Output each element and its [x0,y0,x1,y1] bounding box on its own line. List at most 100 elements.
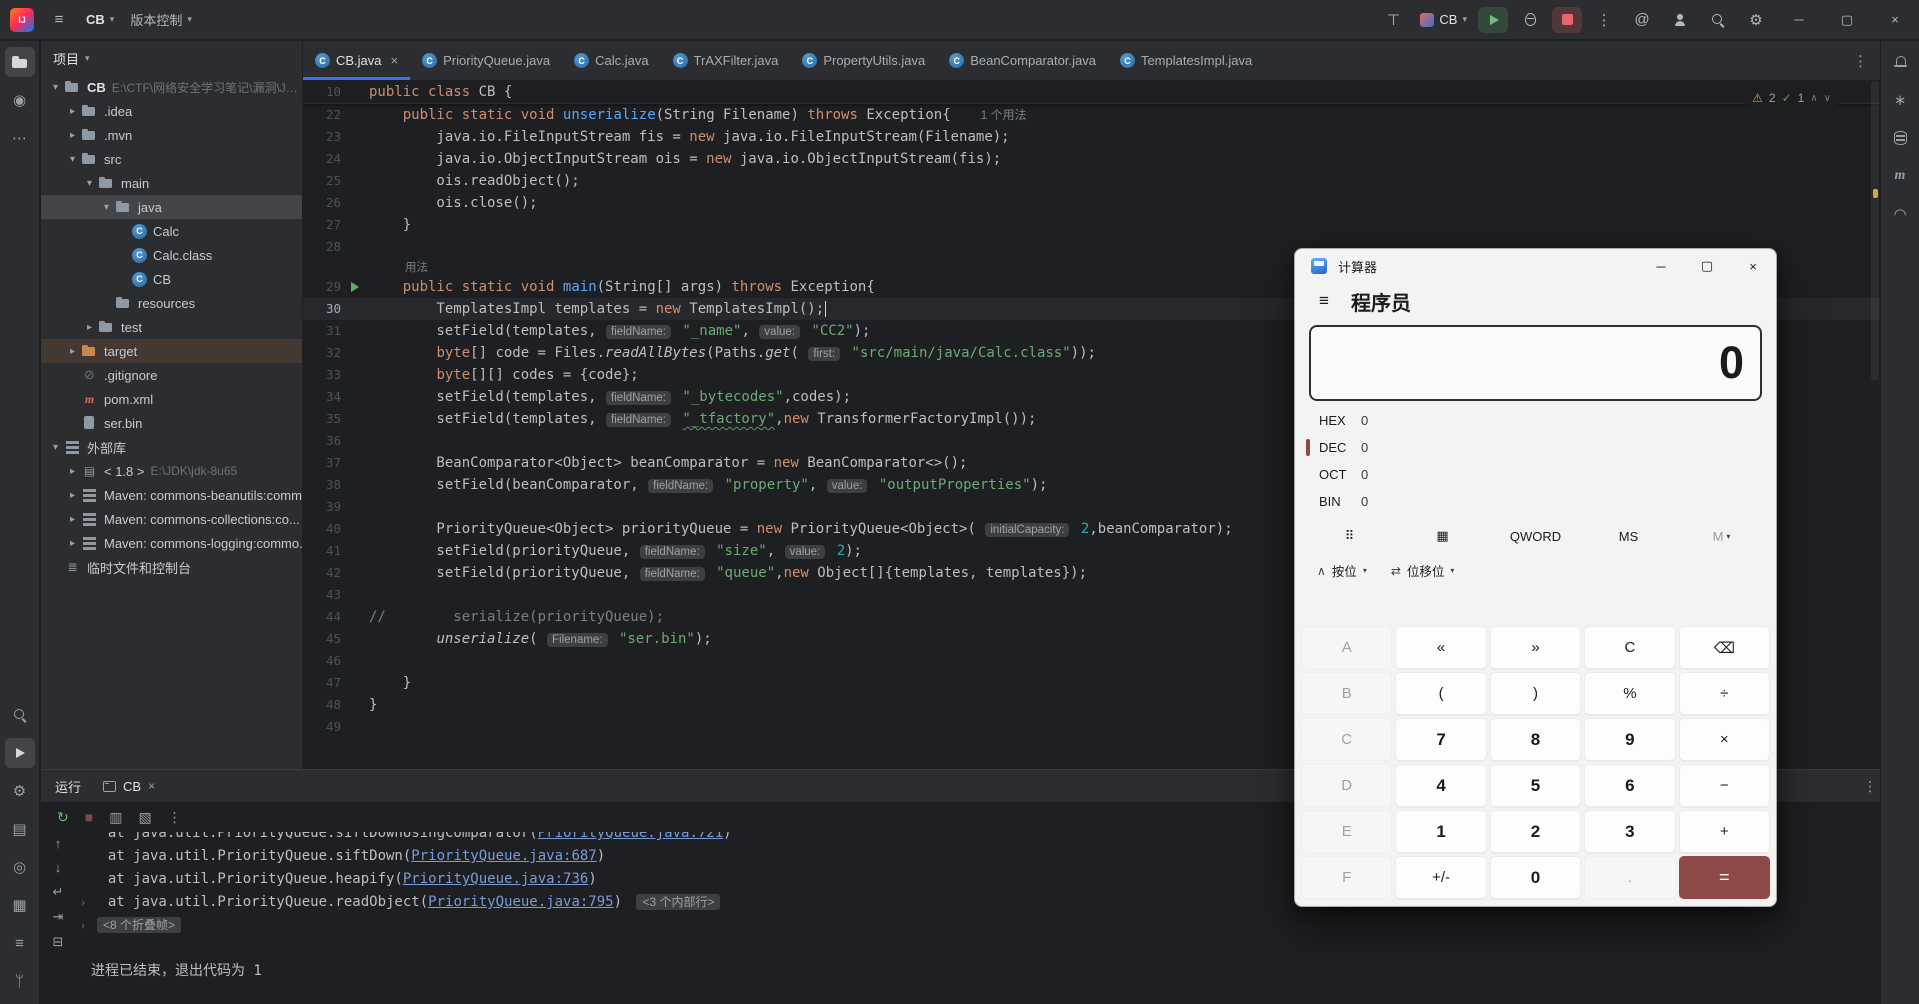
tree-item-src[interactable]: ▾ src [41,147,302,171]
settings-tool-icon[interactable]: ⚙ [5,776,35,806]
calc-key-5[interactable]: 5 [1489,764,1582,807]
inlay-hint[interactable]: fieldName: [639,567,705,581]
stack-down-icon[interactable]: ↓ [55,860,62,875]
soft-wrap-icon[interactable]: ↵ [53,884,64,900]
search-icon[interactable] [5,700,35,730]
inlay-hint[interactable]: fieldName: [648,479,714,493]
line-number[interactable]: 29 [303,276,341,298]
console-fold-icon[interactable]: › [75,914,91,937]
calculator-titlebar[interactable]: 计算器 ─ ▢ × [1295,249,1776,283]
tree-item-java[interactable]: ▾ java [41,195,302,219]
memory-store-button[interactable]: MS [1582,519,1675,553]
calc-minimize-button[interactable]: ─ [1638,249,1684,283]
line-number[interactable]: 22 [303,104,341,126]
tree-item-target[interactable]: ▸ target [41,339,302,363]
radix-row-dec[interactable]: DEC 0 [1295,434,1776,461]
line-number[interactable]: 24 [303,148,341,170]
inlay-hint[interactable]: Filename: [547,633,608,647]
minimize-button[interactable]: ─ [1775,0,1823,39]
tree-item-idea[interactable]: ▸ .idea [41,99,302,123]
inlay-hint[interactable]: first: [808,347,841,361]
stacktrace-link[interactable]: PriorityQueue.java:687 [411,848,596,864]
line-number[interactable] [303,258,341,276]
commit-icon[interactable]: ◉ [5,85,35,115]
radix-row-bin[interactable]: BIN 0 [1295,488,1776,515]
console-settings-icon[interactable]: ▧ [138,809,151,826]
tab-traxfilter-java[interactable]: C TrAXFilter.java [661,41,791,80]
calc-maximize-button[interactable]: ▢ [1684,249,1730,283]
radix-row-oct[interactable]: OCT 0 [1295,461,1776,488]
tab-propertyutils-java[interactable]: C PropertyUtils.java [790,41,937,80]
more-tool-windows-icon[interactable]: ⋯ [5,123,35,153]
calc-key-percent[interactable]: % [1584,672,1676,715]
line-number[interactable]: 30 [303,298,341,320]
word-size-button[interactable]: QWORD [1489,519,1582,553]
console-fold-icon[interactable]: › [75,891,91,914]
tree-item-cb[interactable]: C CB [41,267,302,291]
maven-icon[interactable]: m [1885,161,1915,191]
ai-assistant-icon[interactable]: ∗ [1885,85,1915,115]
git-icon[interactable]: ᛘ [5,966,35,996]
terminal-icon[interactable]: ▤ [5,814,35,844]
maximize-button[interactable]: ▢ [1823,0,1871,39]
stop-icon[interactable]: ■ [85,809,93,825]
hidden-tabs-icon[interactable]: ⋮ [1841,41,1880,80]
code-line[interactable]: 22 public static void unserialize(String… [303,104,1880,126]
problems-icon[interactable]: ≡ [5,928,35,958]
code-line[interactable]: 25 ois.readObject(); [303,170,1880,192]
run-line-icon[interactable] [351,282,359,292]
bitwise-menu-button[interactable]: ∧ 按位 ▾ [1307,555,1377,586]
calc-key-open-paren[interactable]: ( [1395,672,1487,715]
close-icon[interactable]: × [148,779,155,793]
tab-beancomparator-java[interactable]: C BeanComparator.java [937,41,1108,80]
code-with-me-icon[interactable] [1662,6,1698,34]
line-number[interactable]: 34 [303,386,341,408]
line-number[interactable]: 46 [303,650,341,672]
rerun-icon[interactable]: ↻ [57,809,69,826]
code-line[interactable]: 24 java.io.ObjectInputStream ois = new j… [303,148,1880,170]
inlay-hint[interactable]: initialCapacity: [985,523,1070,537]
project-panel-header[interactable]: 项目 ▾ [41,41,302,75]
clear-console-icon[interactable]: ⊟ [53,934,64,950]
line-number[interactable]: 37 [303,452,341,474]
calc-key-1[interactable]: 1 [1395,810,1487,853]
inlay-hint[interactable]: value: [759,325,800,339]
calc-key-clear[interactable]: C [1584,626,1676,669]
services-icon[interactable]: ▦ [5,890,35,920]
scroll-end-icon[interactable]: ⇥ [53,909,64,925]
inspections-widget[interactable]: ⚠ 2 ✓ 1 ∧ ∨ [1743,88,1840,108]
calc-key-8[interactable]: 8 [1489,718,1582,761]
calc-key-3[interactable]: 3 [1584,810,1676,853]
tree-item-ser-bin[interactable]: ser.bin [41,411,302,435]
code-line[interactable]: 23 java.io.FileInputStream fis = new jav… [303,126,1880,148]
tab-calc-java[interactable]: C Calc.java [562,41,660,80]
line-number[interactable]: 25 [303,170,341,192]
calc-key-0[interactable]: 0 [1489,856,1582,899]
run-tool-icon[interactable] [4,738,35,768]
tree-item-mvn[interactable]: ▸ .mvn [41,123,302,147]
debug-tool-icon[interactable]: ◎ [5,852,35,882]
calc-key-multiply[interactable]: × [1678,718,1770,761]
editor-scrollbar[interactable] [1871,81,1879,381]
run-config-widget[interactable]: CB ▾ [1412,6,1475,34]
tree-item-main[interactable]: ▾ main [41,171,302,195]
tree-item-maven-commons-collections-co[interactable]: ▸ Maven: commons-collections:co... [41,507,302,531]
main-menu-icon[interactable]: ≡ [41,6,77,34]
fold-chip[interactable]: <3 个内部行> [636,894,721,910]
line-number[interactable]: 44 [303,606,341,628]
tree-item-gitignore[interactable]: ⊘ .gitignore [41,363,302,387]
tab-templatesimpl-java[interactable]: C TemplatesImpl.java [1108,41,1264,80]
inlay-hint[interactable]: value: [784,545,826,559]
full-keypad-toggle[interactable]: ⠿ [1303,519,1396,553]
calc-key-negate[interactable]: +/- [1395,856,1487,899]
calc-key-equals[interactable]: = [1678,856,1770,899]
tree-item-pom-xml[interactable]: m pom.xml [41,387,302,411]
tree-item-临时文件和控制台[interactable]: ≣ 临时文件和控制台 [41,555,302,579]
line-number[interactable]: 26 [303,192,341,214]
line-number[interactable]: 38 [303,474,341,496]
line-number[interactable]: 41 [303,540,341,562]
inlay-hint[interactable]: value: [826,479,868,493]
bitshift-menu-button[interactable]: ⇄ 位移位 ▾ [1381,555,1465,586]
code-line[interactable]: 27 } [303,214,1880,236]
calc-menu-icon[interactable]: ≡ [1307,285,1341,317]
